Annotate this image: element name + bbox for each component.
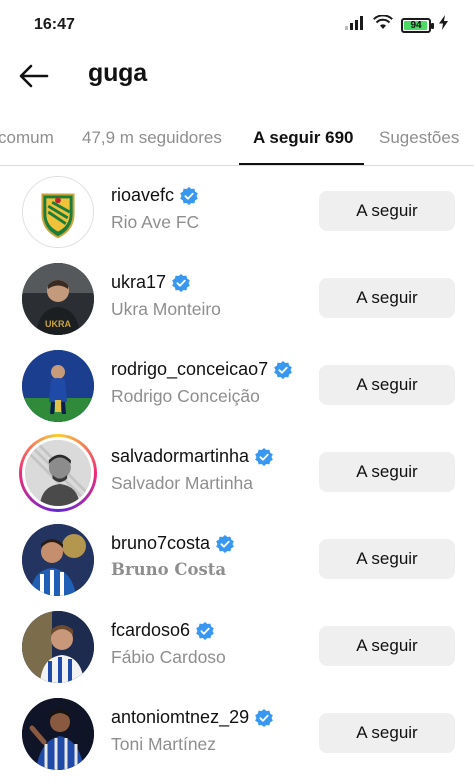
username[interactable]: rodrigo_conceicao7	[111, 359, 268, 380]
verified-badge-icon	[274, 360, 292, 379]
username[interactable]: fcardoso6	[111, 620, 190, 641]
avatar[interactable]	[22, 176, 94, 248]
full-name: Rio Ave FC	[111, 212, 200, 232]
list-item[interactable]: fcardoso6 Fábio Cardoso A seguir	[0, 605, 474, 692]
battery-level: 94	[410, 19, 422, 31]
wifi-icon	[373, 14, 393, 35]
full-name: Fábio Cardoso	[111, 647, 226, 667]
status-time: 16:47	[34, 16, 75, 33]
list-item[interactable]: rioavefc Rio Ave FC A seguir	[0, 170, 474, 257]
user-info: rioavefc Rio Ave FC	[111, 185, 199, 233]
username[interactable]: salvadormartinha	[111, 446, 249, 467]
username[interactable]: bruno7costa	[111, 533, 210, 554]
following-button[interactable]: A seguir	[319, 452, 455, 492]
full-name: Rodrigo Conceição	[111, 386, 260, 406]
profile-photo-icon	[22, 611, 94, 683]
following-button[interactable]: A seguir	[319, 713, 455, 753]
list-item[interactable]: UKRA ukra17 Ukra Monteiro A seguir	[0, 257, 474, 344]
avatar[interactable]	[22, 350, 94, 422]
tab-followers[interactable]: 47,9 m seguidores	[82, 128, 222, 148]
avatar[interactable]	[22, 524, 94, 596]
verified-badge-icon	[255, 447, 273, 466]
avatar[interactable]: UKRA	[22, 263, 94, 335]
battery-icon: 94	[401, 17, 434, 33]
user-info: fcardoso6 Fábio Cardoso	[111, 620, 226, 668]
profile-photo-icon	[22, 698, 94, 770]
verified-badge-icon	[255, 708, 273, 727]
avatar-story-ring[interactable]	[19, 434, 97, 512]
profile-photo-icon	[22, 524, 94, 596]
signal-icon	[345, 15, 365, 35]
status-icons: 94	[345, 14, 448, 35]
active-tab-indicator	[239, 163, 364, 165]
full-name: Salvador Martinha	[111, 473, 254, 493]
status-bar: 16:47 94	[0, 0, 474, 52]
verified-badge-icon	[180, 186, 198, 205]
avatar[interactable]	[22, 611, 94, 683]
header: guga	[0, 52, 474, 102]
full-name: Toni Martínez	[111, 734, 217, 754]
tab-mutual[interactable]: comum	[0, 128, 54, 148]
verified-badge-icon	[172, 273, 190, 292]
user-info: rodrigo_conceicao7 Rodrigo Conceição	[111, 359, 292, 407]
full-name: Bruno Costa	[111, 560, 227, 579]
list-item[interactable]: bruno7costa Bruno Costa A seguir	[0, 518, 474, 605]
avatar[interactable]	[22, 698, 94, 770]
following-button[interactable]: A seguir	[319, 278, 455, 318]
verified-badge-icon	[196, 621, 214, 640]
list-item[interactable]: rodrigo_conceicao7 Rodrigo Conceição A s…	[0, 344, 474, 431]
charging-icon	[439, 15, 448, 35]
tab-bar: comum 47,9 m seguidores A seguir 690 Sug…	[0, 112, 474, 166]
following-button[interactable]: A seguir	[319, 539, 455, 579]
arrow-left-icon	[19, 64, 49, 93]
username[interactable]: antoniomtnez_29	[111, 707, 249, 728]
following-button[interactable]: A seguir	[319, 191, 455, 231]
svg-text:UKRA: UKRA	[45, 319, 71, 329]
following-button[interactable]: A seguir	[319, 365, 455, 405]
tab-following[interactable]: A seguir 690	[253, 128, 353, 148]
user-info: salvadormartinha Salvador Martinha	[111, 446, 273, 494]
profile-photo-icon	[25, 440, 91, 506]
list-item[interactable]: salvadormartinha Salvador Martinha A seg…	[0, 431, 474, 518]
username[interactable]: rioavefc	[111, 185, 174, 206]
page-title: guga	[88, 59, 147, 87]
following-button[interactable]: A seguir	[319, 626, 455, 666]
tab-suggestions[interactable]: Sugestões	[379, 128, 459, 148]
full-name: Ukra Monteiro	[111, 299, 221, 319]
profile-photo-icon	[22, 350, 94, 422]
user-info: ukra17 Ukra Monteiro	[111, 272, 221, 320]
profile-photo-icon: UKRA	[22, 263, 94, 335]
user-info: bruno7costa Bruno Costa	[111, 533, 234, 579]
user-info: antoniomtnez_29 Toni Martínez	[111, 707, 273, 755]
verified-badge-icon	[216, 534, 234, 553]
back-button[interactable]	[16, 60, 52, 96]
club-crest-icon	[24, 178, 92, 246]
username[interactable]: ukra17	[111, 272, 166, 293]
list-item[interactable]: antoniomtnez_29 Toni Martínez A seguir	[0, 692, 474, 779]
